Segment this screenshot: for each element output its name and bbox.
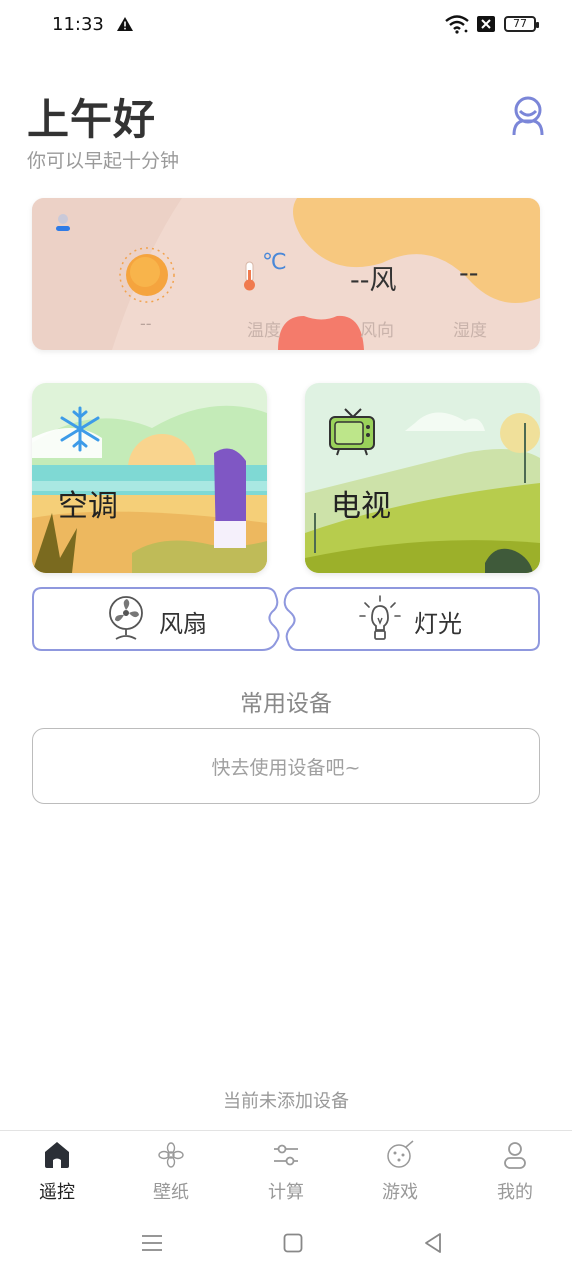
- greeting-title: 上午好: [27, 95, 157, 144]
- status-time: 11:33: [52, 14, 104, 35]
- sun-icon: [119, 247, 175, 303]
- gamepad-icon: [387, 1140, 414, 1168]
- common-devices-empty-box[interactable]: 快去使用设备吧~: [32, 728, 540, 804]
- thermometer-icon: [244, 261, 255, 291]
- tab-wallpaper[interactable]: 壁纸: [131, 1140, 211, 1204]
- temperature-label: 温度: [247, 321, 281, 341]
- sliders-icon: [274, 1144, 298, 1166]
- weather-condition-value: --: [140, 314, 152, 333]
- warning-icon: [117, 17, 133, 31]
- tab-games-label: 游戏: [382, 1182, 418, 1203]
- common-devices-empty-text: 快去使用设备吧~: [211, 757, 361, 779]
- wind-label: 风向: [360, 321, 394, 341]
- light-button[interactable]: 灯光: [290, 588, 538, 650]
- tv-icon: [329, 408, 375, 456]
- light-bulb-icon: [359, 595, 401, 640]
- common-devices-title: 常用设备: [240, 691, 332, 717]
- tab-remote[interactable]: 遥控: [17, 1140, 97, 1204]
- tab-wallpaper-label: 壁纸: [153, 1182, 189, 1203]
- menu-icon[interactable]: [141, 1232, 163, 1254]
- tab-mine[interactable]: 我的: [475, 1140, 555, 1204]
- light-label: 灯光: [414, 610, 462, 638]
- tv-label: 电视: [331, 489, 391, 524]
- fan-label: 风扇: [159, 610, 207, 638]
- flower-icon: [158, 1142, 184, 1168]
- wind-value: --风: [350, 265, 397, 296]
- humidity-value: --: [459, 258, 479, 289]
- tv-card[interactable]: 电视: [305, 383, 540, 573]
- air-conditioner-card[interactable]: 空调: [32, 383, 267, 573]
- no-sim-icon: [477, 16, 495, 32]
- snowflake-icon: [60, 406, 100, 452]
- greeting-subtitle: 你可以早起十分钟: [27, 150, 180, 172]
- weather-card[interactable]: -- ℃ 温度 --风 风向 -- 湿度: [32, 198, 540, 350]
- tab-calculate[interactable]: 计算: [246, 1140, 326, 1204]
- user-profile-icon[interactable]: [506, 93, 550, 137]
- user-icon: [504, 1142, 526, 1169]
- fan-icon: [109, 596, 143, 640]
- home-icon: [45, 1142, 69, 1168]
- tabbar-divider: [0, 1130, 572, 1131]
- tab-remote-label: 遥控: [39, 1182, 75, 1203]
- tab-mine-label: 我的: [497, 1182, 533, 1203]
- fan-button[interactable]: 风扇: [33, 588, 273, 650]
- air-conditioner-label: 空调: [58, 489, 118, 524]
- tab-calculate-label: 计算: [268, 1182, 304, 1203]
- location-user-icon: [56, 214, 70, 231]
- home-square-icon[interactable]: [283, 1232, 303, 1254]
- wifi-icon: [445, 15, 469, 34]
- humidity-label: 湿度: [453, 321, 487, 341]
- tab-games[interactable]: 游戏: [360, 1140, 440, 1204]
- device-status-text: 当前未添加设备: [223, 1091, 349, 1112]
- battery-indicator: 77: [504, 16, 539, 32]
- temperature-unit: ℃: [262, 250, 287, 275]
- back-icon[interactable]: [423, 1232, 443, 1254]
